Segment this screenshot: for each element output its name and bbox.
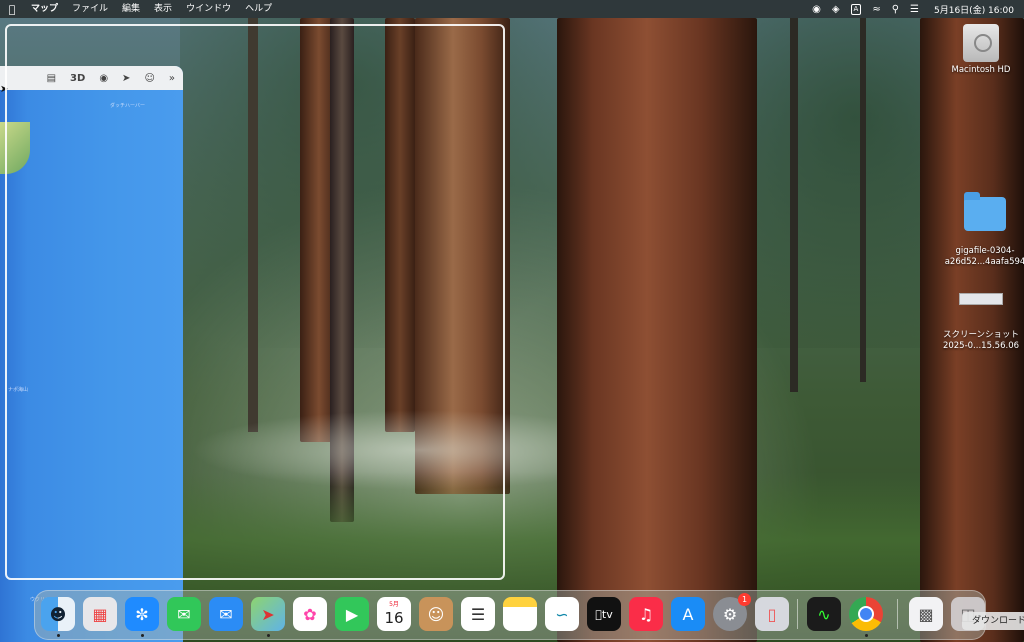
- dock-separator: [797, 599, 798, 629]
- notification-badge: 1: [738, 593, 751, 606]
- desktop-icon-label: スクリーンショット 2025-0...15.56.06: [942, 330, 1020, 351]
- music-icon[interactable]: ♫: [629, 597, 663, 631]
- running-indicator: [865, 634, 868, 637]
- desktop-icon-macintosh-hd[interactable]: Macintosh HD: [936, 24, 1024, 76]
- wallpaper-tree: [860, 18, 866, 382]
- calendar-day: 16: [384, 608, 404, 627]
- menu-bar-clock[interactable]: 5月16日(金) 16:00: [934, 3, 1014, 16]
- contacts-icon[interactable]: ☺: [419, 597, 453, 631]
- status-area: ◉ ◈ A ≈ ⚲ ☰ 5月16日(金) 16:00: [812, 0, 1014, 18]
- menu-maps[interactable]: マップ: [24, 0, 65, 18]
- system-settings-icon[interactable]: ⚙ 1: [713, 593, 751, 631]
- maps-icon[interactable]: ➤: [251, 597, 285, 631]
- finder-icon[interactable]: ☻: [41, 597, 75, 631]
- photos-icon[interactable]: ✿: [293, 597, 327, 631]
- menu-window[interactable]: ウインドウ: [179, 0, 238, 18]
- desktop-icon-screenshot[interactable]: スクリーンショット 2025-0...15.56.06: [936, 282, 1024, 363]
- menu-file[interactable]: ファイル: [65, 0, 115, 18]
- chrome-icon[interactable]: [849, 597, 883, 631]
- menu-bar:  マップ ファイル 編集 表示 ウインドウ ヘルプ ◉ ◈ A ≈ ⚲ ☰ 5…: [0, 0, 1024, 18]
- menu-view[interactable]: 表示: [147, 0, 179, 18]
- menu-help[interactable]: ヘルプ: [238, 0, 279, 18]
- dock: ☻ ▦ ✼ ✉ ✉ ➤ ✿ ▶ 5月 16 ☺ ☰ ∽ tv ♫ A ⚙ 1 …: [34, 590, 986, 640]
- running-indicator: [57, 634, 60, 637]
- notes-icon[interactable]: [503, 597, 537, 631]
- app-store-icon[interactable]: A: [671, 597, 705, 631]
- safari-icon[interactable]: ✼: [125, 597, 159, 631]
- desktop-icon-gigafile-folder[interactable]: gigafile-0304- a26d52...4aafa594: [940, 186, 1024, 279]
- layers-icon[interactable]: ◈: [832, 4, 840, 15]
- wallpaper-tree: [557, 18, 757, 642]
- messages-icon[interactable]: ✉: [167, 597, 201, 631]
- downloads-stack-icon[interactable]: ▩: [909, 597, 943, 631]
- hard-drive-icon: [963, 24, 999, 62]
- input-source-icon[interactable]: A: [850, 3, 862, 15]
- apple-logo-icon[interactable]: : [0, 3, 24, 16]
- calendar-icon[interactable]: 5月 16: [377, 597, 411, 631]
- control-center-icon[interactable]: ☰: [910, 4, 919, 15]
- running-indicator: [267, 634, 270, 637]
- chrome-center-icon: [858, 606, 874, 622]
- calendar-month: 5月: [389, 601, 399, 608]
- image-file-icon: [959, 293, 1003, 305]
- wifi-icon[interactable]: ≈: [872, 4, 880, 15]
- menu-edit[interactable]: 編集: [115, 0, 147, 18]
- apple-tv-icon[interactable]: tv: [587, 597, 621, 631]
- dock-separator: [897, 599, 898, 629]
- activity-monitor-icon[interactable]: ∿: [807, 597, 841, 631]
- dock-tooltip: ダウンロード: [962, 612, 1024, 630]
- desktop-icon-label: gigafile-0304- a26d52...4aafa594: [944, 246, 1024, 267]
- desktop-icon-label: Macintosh HD: [951, 65, 1011, 75]
- reminders-icon[interactable]: ☰: [461, 597, 495, 631]
- running-indicator: [141, 634, 144, 637]
- selection-rectangle[interactable]: [5, 24, 505, 580]
- search-icon[interactable]: ⚲: [892, 4, 899, 15]
- mail-icon[interactable]: ✉: [209, 597, 243, 631]
- wallpaper-tree: [790, 18, 798, 392]
- facetime-icon[interactable]: ▶: [335, 597, 369, 631]
- freeform-icon[interactable]: ∽: [545, 597, 579, 631]
- launchpad-icon[interactable]: ▦: [83, 597, 117, 631]
- folder-icon: [964, 192, 1006, 231]
- record-icon[interactable]: ◉: [812, 4, 821, 15]
- iphone-mirroring-icon[interactable]: ▯: [755, 597, 789, 631]
